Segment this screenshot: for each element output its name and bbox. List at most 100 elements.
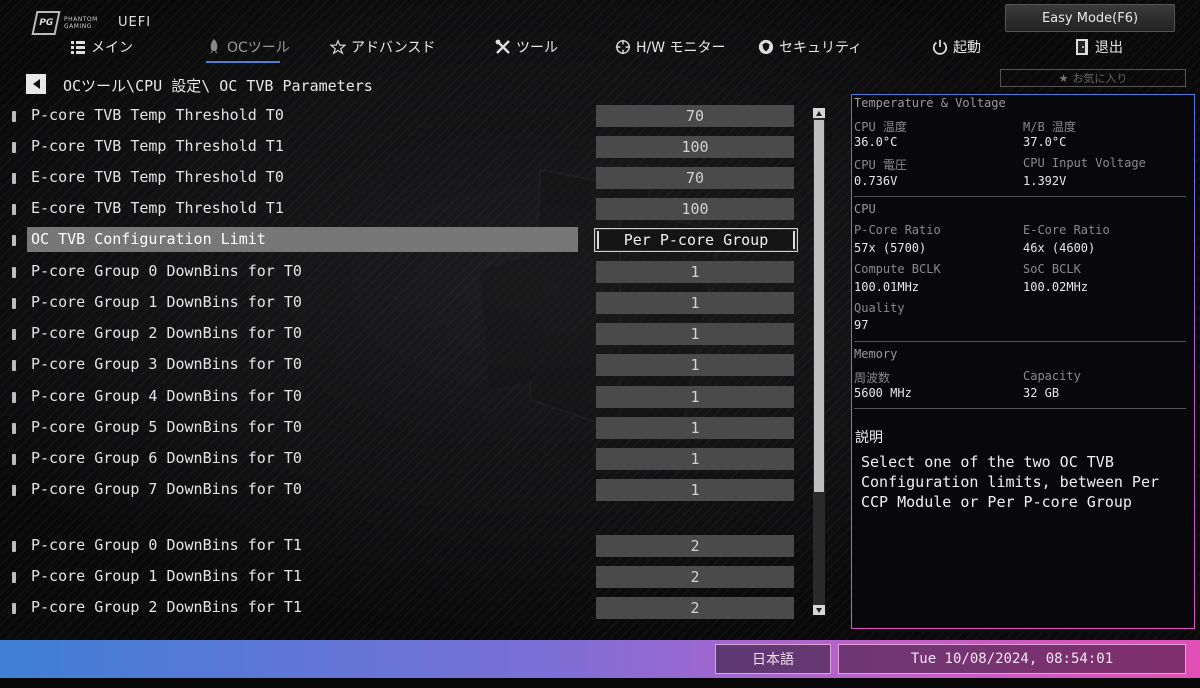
setting-label: P-core Group 1 DownBins for T1 [31, 567, 302, 585]
setting-label: P-core Group 3 DownBins for T0 [31, 355, 302, 373]
panel-divider [854, 341, 1186, 342]
mb-temp-value: 37.0°C [1023, 135, 1067, 149]
setting-value[interactable]: 1 [596, 417, 794, 439]
uefi-label: UEFI [118, 15, 152, 30]
setting-row[interactable]: E-core TVB Temp Threshold T1 [12, 197, 572, 221]
row-bullet [12, 392, 16, 403]
setting-row[interactable]: E-core TVB Temp Threshold T0 [12, 166, 572, 190]
setting-row[interactable]: P-core Group 7 DownBins for T0 [12, 478, 572, 502]
easy-mode-button[interactable]: Easy Mode(F6) [1005, 4, 1175, 32]
description-body: Select one of the two OC TVB Configurati… [861, 453, 1160, 511]
scroll-up-arrow-icon[interactable] [813, 108, 825, 118]
setting-label: P-core Group 2 DownBins for T0 [31, 324, 302, 342]
row-bullet [12, 541, 16, 552]
quality-value: 97 [854, 318, 869, 332]
setting-row[interactable]: P-core Group 0 DownBins for T0 [12, 260, 572, 284]
tab-security-label: セキュリティ [779, 40, 863, 56]
setting-value[interactable]: 70 [596, 105, 794, 127]
row-bullet [12, 111, 16, 122]
setting-row[interactable]: P-core Group 0 DownBins for T1 [12, 534, 572, 558]
setting-value[interactable]: 1 [596, 261, 794, 283]
tab-boot[interactable]: 起動 [932, 36, 981, 58]
scroll-down-arrow-icon[interactable] [813, 605, 825, 615]
setting-value[interactable]: 2 [596, 597, 794, 619]
setting-value[interactable]: 1 [596, 448, 794, 470]
row-bullet [12, 360, 16, 371]
cpu-section-title: CPU [854, 202, 876, 216]
setting-value[interactable]: 100 [596, 136, 794, 158]
setting-label: E-core TVB Temp Threshold T0 [31, 168, 284, 186]
cpu-voltage-label: CPU 電圧 [854, 158, 907, 172]
setting-row[interactable]: P-core Group 6 DownBins for T0 [12, 447, 572, 471]
shield-icon [758, 39, 774, 55]
row-bullet [12, 423, 16, 434]
logo-text-line-1: PHANTOM [64, 16, 98, 23]
setting-label: P-core Group 0 DownBins for T0 [31, 262, 302, 280]
setting-row[interactable]: P-core Group 1 DownBins for T1 [12, 565, 572, 589]
setting-row[interactable]: P-core TVB Temp Threshold T0 [12, 104, 572, 128]
tab-main[interactable]: メイン [70, 36, 133, 58]
compute-bclk-value: 100.01MHz [854, 280, 920, 294]
list-icon [70, 39, 86, 55]
row-bullet [12, 142, 16, 153]
setting-label: P-core Group 7 DownBins for T0 [31, 480, 302, 498]
memory-section-title: Memory [854, 347, 898, 361]
compute-bclk-label: Compute BCLK [854, 262, 941, 276]
tab-main-label: メイン [91, 40, 133, 56]
tab-oc-tools-label: OCツール [227, 40, 290, 56]
favorites-button[interactable]: ★ お気に入り [1000, 69, 1186, 87]
scrollbar-thumb[interactable] [814, 120, 824, 492]
footer-edge [0, 678, 1200, 688]
setting-value-selected[interactable]: Per P-core Group [594, 228, 798, 252]
cpu-input-voltage-label: CPU Input Voltage [1023, 156, 1146, 170]
setting-value[interactable]: 1 [596, 323, 794, 345]
setting-row[interactable]: P-core Group 2 DownBins for T1 [12, 596, 572, 620]
setting-value[interactable]: 2 [596, 535, 794, 557]
setting-value[interactable]: 1 [596, 386, 794, 408]
tab-hw-monitor[interactable]: H/W モニター [615, 36, 726, 58]
rocket-icon [206, 39, 222, 55]
setting-row[interactable]: P-core Group 1 DownBins for T0 [12, 291, 572, 315]
row-bullet [12, 204, 16, 215]
setting-value[interactable]: 70 [596, 167, 794, 189]
tab-tools[interactable]: ツール [495, 36, 558, 58]
mb-temp-label: M/B 温度 [1023, 120, 1076, 134]
tab-oc-tools[interactable]: OCツール [206, 36, 290, 58]
setting-value[interactable]: 1 [596, 292, 794, 314]
crosshair-icon [615, 39, 631, 55]
ecore-ratio-label: E-Core Ratio [1023, 223, 1110, 237]
exit-icon [1074, 39, 1090, 55]
memory-capacity-value: 32 GB [1023, 386, 1060, 400]
setting-row[interactable]: P-core TVB Temp Threshold T1 [12, 135, 572, 159]
tab-security[interactable]: セキュリティ [758, 36, 862, 58]
setting-label: P-core Group 4 DownBins for T0 [31, 387, 302, 405]
quality-label: Quality [854, 301, 905, 315]
row-bullet [12, 173, 16, 184]
setting-label: P-core TVB Temp Threshold T0 [31, 106, 284, 124]
setting-value[interactable]: 100 [596, 198, 794, 220]
tab-advanced[interactable]: アドバンスド [330, 36, 435, 58]
cpu-voltage-value: 0.736V [854, 174, 898, 188]
row-bullet [12, 267, 16, 278]
memory-capacity-label: Capacity [1023, 369, 1081, 383]
tab-hw-monitor-label: H/W モニター [636, 40, 726, 56]
tab-exit[interactable]: 退出 [1074, 36, 1123, 58]
setting-row[interactable]: P-core Group 5 DownBins for T0 [12, 416, 572, 440]
logo-mark-icon: PG [31, 11, 61, 35]
setting-row[interactable]: P-core Group 2 DownBins for T0 [12, 322, 572, 346]
tab-exit-label: 退出 [1095, 40, 1123, 56]
cpu-input-voltage-value: 1.392V [1023, 174, 1067, 188]
breadcrumb: OCツール\CPU 設定\ OC TVB Parameters [63, 77, 373, 95]
soc-bclk-label: SoC BCLK [1023, 262, 1081, 276]
back-button[interactable] [26, 74, 46, 94]
setting-row[interactable]: P-core Group 3 DownBins for T0 [12, 353, 572, 377]
logo-text-line-2: GAMING [64, 23, 92, 30]
language-button[interactable]: 日本語 [715, 644, 831, 674]
setting-label: P-core TVB Temp Threshold T1 [31, 137, 284, 155]
soc-bclk-value: 100.02MHz [1023, 280, 1089, 294]
setting-value[interactable]: 2 [596, 566, 794, 588]
setting-row-selected[interactable]: OC TVB Configuration Limit [12, 227, 578, 252]
setting-value[interactable]: 1 [596, 479, 794, 501]
setting-row[interactable]: P-core Group 4 DownBins for T0 [12, 385, 572, 409]
setting-value[interactable]: 1 [596, 354, 794, 376]
